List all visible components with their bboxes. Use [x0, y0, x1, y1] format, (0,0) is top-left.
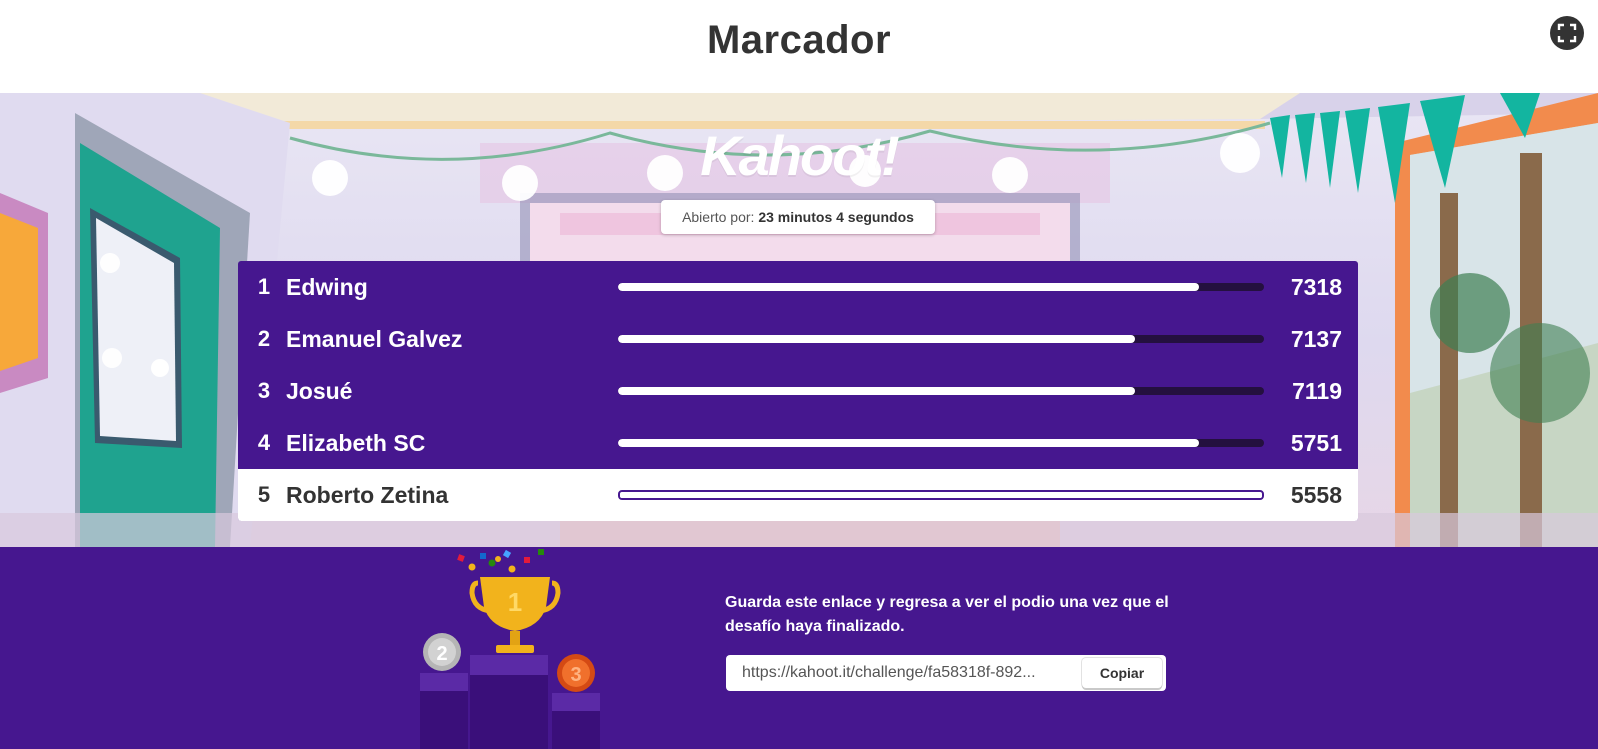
fullscreen-button[interactable]: [1550, 16, 1584, 50]
save-link-message: Guarda este enlace y regresa a ver el po…: [725, 594, 1169, 635]
challenge-link-input[interactable]: [726, 655, 1078, 691]
rank: 2: [257, 326, 271, 351]
player-score: 5558: [1290, 482, 1342, 508]
footer: 1 2 3 Guarda este enlace y regresa a ver…: [0, 547, 1598, 749]
copy-link-button[interactable]: Copiar: [1082, 658, 1162, 688]
score-bar-fill: [618, 335, 1135, 343]
podium-illustration: 1 2 3: [420, 549, 600, 749]
score-bar: [618, 387, 1264, 395]
leaderboard-row-current-player: 5 Roberto Zetina 5558: [238, 469, 1358, 521]
player-name: Emanuel Galvez: [286, 326, 463, 352]
rank: 4: [257, 430, 271, 455]
player-score: 5751: [1290, 430, 1342, 456]
rank: 1: [257, 274, 271, 299]
kahoot-logo: Kahoot!: [700, 124, 900, 187]
fullscreen-icon: [1557, 23, 1577, 43]
silver-medal-icon: 2: [423, 633, 461, 671]
score-bar: [618, 439, 1264, 447]
leaderboard: 1 Edwing 7318 2 Emanuel Galvez 7137 3 Jo…: [238, 261, 1358, 521]
score-bar: [618, 283, 1264, 291]
score-bar-fill: [620, 492, 1262, 498]
score-bar-fill: [618, 387, 1135, 395]
lobby-scene: Kahoot! Abierto por: 23 minutos 4 segund…: [0, 93, 1598, 547]
player-name: Edwing: [286, 274, 368, 300]
silver-rank: 2: [436, 643, 447, 665]
player-score: 7137: [1290, 326, 1342, 352]
opened-value: 23 minutos 4 segundos: [758, 209, 914, 225]
rank: 3: [257, 378, 271, 403]
rank: 5: [257, 482, 271, 507]
leaderboard-row: 1 Edwing 7318: [238, 261, 1358, 313]
trophy-rank: 1: [508, 587, 522, 617]
challenge-link-box: Copiar: [726, 655, 1166, 691]
bronze-rank: 3: [570, 664, 581, 686]
leaderboard-row: 3 Josué 7119: [238, 365, 1358, 417]
opened-duration-badge: Abierto por: 23 minutos 4 segundos: [661, 200, 935, 234]
header: Marcador: [0, 0, 1598, 93]
page-title: Marcador: [706, 18, 892, 62]
player-score: 7318: [1290, 274, 1342, 300]
score-bar-fill: [618, 283, 1200, 291]
leaderboard-row: 4 Elizabeth SC 5751: [238, 417, 1358, 469]
player-name: Josué: [286, 378, 353, 404]
confetti-icon: [457, 549, 544, 573]
leaderboard-row: 2 Emanuel Galvez 7137: [238, 313, 1358, 365]
bronze-medal-icon: 3: [557, 654, 595, 692]
player-name: Elizabeth SC: [286, 430, 426, 456]
trophy-icon: 1: [469, 577, 561, 653]
player-name: Roberto Zetina: [286, 482, 449, 508]
opened-label: Abierto por:: [682, 209, 755, 225]
score-bar-fill: [618, 439, 1200, 447]
score-bar: [618, 335, 1264, 343]
score-bar: [618, 490, 1264, 500]
player-score: 7119: [1292, 378, 1342, 404]
